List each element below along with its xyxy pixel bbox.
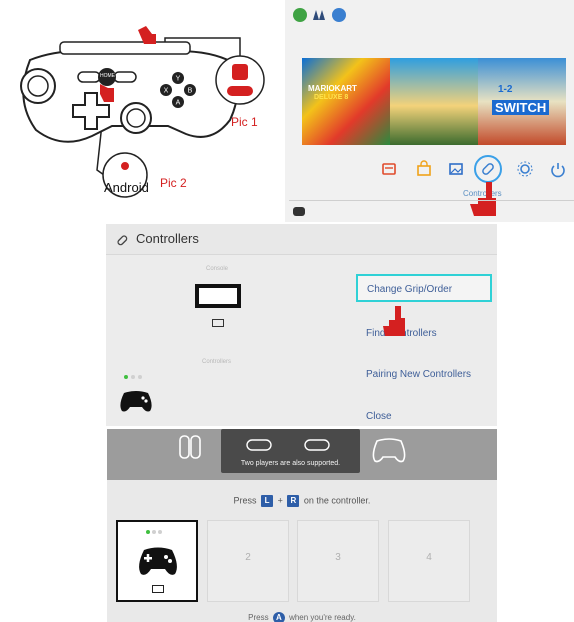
a-button-icon: A xyxy=(272,612,285,622)
console-label: Console xyxy=(206,266,229,272)
change-grip-order-button[interactable]: Change Grip/Order xyxy=(356,274,492,302)
power-icon[interactable] xyxy=(549,160,567,178)
player-slot-4[interactable]: 4 xyxy=(388,520,470,602)
face-button-x: X xyxy=(164,88,169,95)
player-slot-1[interactable] xyxy=(116,520,198,602)
home-button-label: HOME xyxy=(100,73,115,79)
face-button-y: Y xyxy=(176,76,181,83)
r-button-icon: R xyxy=(287,495,300,507)
battery-icon xyxy=(152,585,164,593)
joycon-sideways-icon xyxy=(246,439,272,451)
tooltip: Two players are also supported. xyxy=(221,429,360,473)
controller-diagram-panel: YX BA Pic 1 Pic 2 Android HOME xyxy=(0,0,285,225)
joycon-sideways-icon xyxy=(304,439,330,451)
pointer-hand-icon xyxy=(383,306,405,336)
android-label: Android xyxy=(104,180,149,195)
settings-icon[interactable] xyxy=(516,160,534,178)
joycon-grip-icon xyxy=(179,435,201,459)
user-avatar[interactable] xyxy=(332,8,346,22)
game-tile-zelda[interactable] xyxy=(390,58,478,145)
controller-status-icon xyxy=(293,207,305,216)
player-slot-2[interactable]: 2 xyxy=(207,520,289,602)
game-tile-mariokart[interactable]: MARIOKART DELUXE 8 xyxy=(302,58,390,145)
console-icon xyxy=(195,284,241,308)
ready-instruction: Press A when you're ready. xyxy=(248,612,356,622)
user-avatar[interactable] xyxy=(293,8,307,22)
menu-header: Controllers xyxy=(106,224,497,255)
player-indicator-led xyxy=(152,530,156,534)
face-button-a: A xyxy=(176,100,181,107)
controllers-icon[interactable] xyxy=(474,155,502,183)
pro-controller-icon xyxy=(372,438,406,463)
press-instruction: Press L + R on the controller. xyxy=(233,495,371,507)
l-button-icon: L xyxy=(261,495,274,507)
tooltip-text: Two players are also supported. xyxy=(240,460,341,467)
face-button-b: B xyxy=(188,88,193,95)
close-button[interactable]: Close xyxy=(366,411,392,422)
album-icon[interactable] xyxy=(447,160,465,178)
gamepad-icon xyxy=(139,547,177,575)
controllers-icon xyxy=(117,235,128,246)
grip-header: Two players are also supported. xyxy=(107,429,497,480)
home-screen-panel: MARIOKART DELUXE 8 SWITCH 1-2 Controller… xyxy=(285,0,574,222)
pic1-label: Pic 1 xyxy=(231,115,258,129)
pic2-label: Pic 2 xyxy=(160,176,187,190)
controllers-menu-panel: Controllers Console Controllers Change G… xyxy=(106,224,497,426)
news-icon[interactable] xyxy=(380,160,398,178)
user-avatar[interactable] xyxy=(313,10,325,20)
player-indicator-led xyxy=(158,530,162,534)
pairing-new-controllers-button[interactable]: Pairing New Controllers xyxy=(366,369,471,380)
gamepad-icon xyxy=(120,391,152,412)
player-indicator-led xyxy=(131,375,135,379)
home-divider xyxy=(289,200,574,201)
controllers-label: Controllers xyxy=(202,359,232,365)
player-slot-3[interactable]: 3 xyxy=(297,520,379,602)
page-title: Controllers xyxy=(136,231,199,246)
game-tile-1-2-switch[interactable]: SWITCH 1-2 xyxy=(478,58,566,145)
player-indicator-led xyxy=(146,530,150,534)
grip-order-panel: Two players are also supported. Press L … xyxy=(107,429,497,622)
battery-icon xyxy=(212,319,224,327)
player-indicator-led xyxy=(124,375,128,379)
player-indicator-led xyxy=(138,375,142,379)
eshop-icon[interactable] xyxy=(415,160,433,178)
